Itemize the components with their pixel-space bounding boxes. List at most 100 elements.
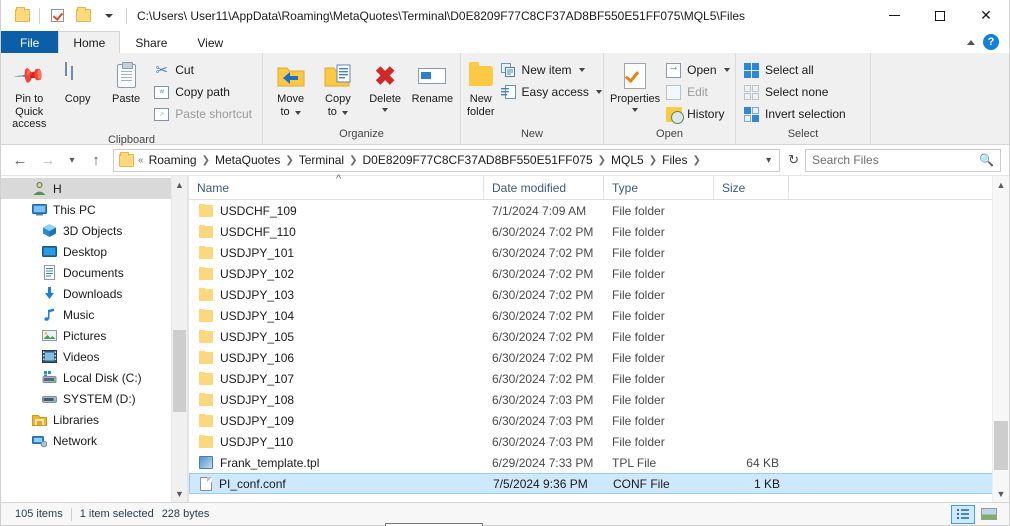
tab-share[interactable]: Share [120, 31, 182, 53]
file-list-scrollbar[interactable]: ▲ ▼ [992, 176, 1009, 502]
invert-selection-button[interactable]: Invert selection [740, 103, 852, 125]
chevron-down-icon[interactable]: ▾ [760, 155, 777, 166]
table-row[interactable]: USDJPY_104 6/30/2024 7:02 PM File folder [189, 305, 1009, 326]
help-icon[interactable]: ? [983, 34, 999, 50]
breadcrumb[interactable]: « Roaming ❯ MetaQuotes ❯ Terminal ❯ D0E8… [113, 148, 781, 172]
sidebar-item-downloads[interactable]: Downloads [1, 283, 187, 304]
sidebar-item-music[interactable]: Music [1, 304, 187, 325]
table-row[interactable]: USDJPY_109 6/30/2024 7:03 PM File folder [189, 410, 1009, 431]
breadcrumb-item-mql5[interactable]: MQL5 [607, 151, 648, 170]
thumbnails-view-button[interactable] [977, 505, 1001, 524]
sidebar-item-documents[interactable]: Documents [1, 262, 187, 283]
select-none-button[interactable]: Select none [740, 81, 852, 103]
breadcrumb-separator[interactable]: ❯ [597, 151, 607, 170]
rename-button[interactable]: Rename [409, 56, 456, 109]
sidebar-item-desktop[interactable]: Desktop [1, 241, 187, 262]
breadcrumb-item-terminal[interactable]: Terminal [295, 151, 348, 170]
navpane-scrollbar[interactable]: ▲ ▼ [171, 176, 187, 502]
copy-path-button[interactable]: w Copy path [150, 81, 258, 103]
copy-button[interactable]: Copy [53, 56, 101, 109]
scroll-up-arrow-icon[interactable]: ▲ [997, 176, 1006, 193]
sidebar-item-system-d[interactable]: SYSTEM (D:) [1, 388, 187, 409]
table-row[interactable]: USDJPY_107 6/30/2024 7:02 PM File folder [189, 368, 1009, 389]
table-row[interactable]: USDCHF_109 7/1/2024 7:09 AM File folder [189, 200, 1009, 221]
chevron-down-icon[interactable] [96, 4, 122, 28]
sidebar-item-this-pc[interactable]: This PC [1, 199, 187, 220]
back-arrow-icon[interactable]: ← [7, 148, 33, 172]
sidebar-item-videos[interactable]: Videos [1, 346, 187, 367]
breadcrumb-separator[interactable]: ❯ [691, 151, 701, 170]
table-row[interactable]: USDJPY_110 6/30/2024 7:03 PM File folder [189, 431, 1009, 452]
open-button[interactable]: Open [662, 59, 735, 81]
breadcrumb-separator[interactable]: ❯ [284, 151, 294, 170]
search-input[interactable]: Search Files 🔍 [805, 148, 1001, 172]
copy-to-button[interactable]: Copy to [314, 56, 361, 121]
refresh-icon[interactable]: ↻ [784, 152, 803, 168]
paste-button[interactable]: Paste [102, 56, 150, 109]
scroll-thumb[interactable] [173, 330, 186, 412]
scroll-thumb[interactable] [994, 420, 1008, 471]
sidebar-item-3d-objects[interactable]: 3D Objects [1, 220, 187, 241]
breadcrumb-item-files[interactable]: Files [658, 151, 691, 170]
column-header-date-modified[interactable]: Date modified [484, 176, 604, 199]
edit-button[interactable]: Edit [662, 81, 735, 103]
breadcrumb-item-metaquotes[interactable]: MetaQuotes [211, 151, 284, 170]
chevron-up-icon[interactable] [967, 39, 975, 45]
chevron-down-icon[interactable] [578, 68, 585, 72]
chevron-down-icon[interactable] [632, 107, 639, 112]
tab-home[interactable]: Home [58, 31, 121, 53]
move-to-button[interactable]: Move to [267, 56, 314, 121]
scroll-track[interactable] [172, 193, 187, 485]
sidebar-item-local-disk-c[interactable]: Local Disk (C:) [1, 367, 187, 388]
minimize-button[interactable] [871, 0, 917, 31]
column-header-type[interactable]: Type [604, 176, 714, 199]
breadcrumb-separator[interactable]: ❯ [201, 151, 211, 170]
scroll-track[interactable] [993, 193, 1009, 485]
select-all-button[interactable]: Select all [740, 59, 852, 81]
table-row[interactable]: USDJPY_105 6/30/2024 7:02 PM File folder [189, 326, 1009, 347]
folder-icon[interactable] [9, 4, 35, 28]
sidebar-item-pictures[interactable]: Pictures [1, 325, 187, 346]
breadcrumb-item-roaming[interactable]: Roaming [145, 151, 201, 170]
table-row[interactable]: USDJPY_102 6/30/2024 7:02 PM File folder [189, 263, 1009, 284]
tab-view[interactable]: View [182, 31, 238, 53]
chevron-down-icon[interactable] [723, 68, 730, 72]
details-view-button[interactable] [951, 504, 975, 524]
delete-button[interactable]: ✖ Delete [362, 56, 409, 115]
scroll-up-arrow-icon[interactable]: ▲ [175, 176, 184, 193]
column-header-name[interactable]: Name [189, 173, 484, 199]
breadcrumb-item-instance-id[interactable]: D0E8209F77C8CF37AD8BF550E51FF075 [359, 151, 597, 170]
search-icon[interactable]: 🔍 [979, 153, 994, 167]
table-row[interactable]: USDJPY_103 6/30/2024 7:02 PM File folder [189, 284, 1009, 305]
breadcrumb-separator[interactable]: ❯ [348, 151, 358, 170]
breadcrumb-separator[interactable]: ❯ [648, 151, 658, 170]
history-button[interactable]: History [662, 103, 735, 125]
sidebar-item-h[interactable]: H [1, 178, 187, 199]
pin-to-quick-access-button[interactable]: 📌 Pin to Quick access [5, 56, 53, 134]
table-row[interactable]: USDCHF_110 6/30/2024 7:02 PM File folder [189, 221, 1009, 242]
recent-locations-chevron-down-icon[interactable]: ▾ [63, 148, 81, 172]
maximize-button[interactable] [917, 0, 963, 31]
breadcrumb-overflow[interactable]: « [137, 151, 145, 170]
column-header-size[interactable]: Size [714, 176, 789, 199]
sidebar-item-network[interactable]: Network [1, 430, 187, 451]
chevron-down-icon[interactable] [382, 107, 389, 112]
new-item-button[interactable]: New item [497, 59, 608, 81]
easy-access-button[interactable]: Easy access [497, 81, 608, 103]
new-folder-icon[interactable] [70, 4, 96, 28]
tab-file[interactable]: File [1, 31, 59, 53]
table-row[interactable]: USDJPY_101 6/30/2024 7:02 PM File folder [189, 242, 1009, 263]
cut-button[interactable]: ✂ Cut [150, 59, 258, 81]
close-button[interactable]: ✕ [963, 0, 1009, 31]
table-row[interactable]: Frank_template.tpl 6/29/2024 7:33 PM TPL… [189, 452, 1009, 473]
table-row[interactable]: USDJPY_106 6/30/2024 7:02 PM File folder [189, 347, 1009, 368]
chevron-down-icon[interactable] [595, 90, 602, 94]
up-arrow-icon[interactable]: ↑ [83, 148, 109, 172]
new-folder-button[interactable]: New folder [465, 56, 497, 121]
table-row[interactable]: USDJPY_108 6/30/2024 7:03 PM File folder [189, 389, 1009, 410]
properties-button[interactable]: Properties [608, 56, 662, 115]
paste-shortcut-button[interactable]: ↗ Paste shortcut [150, 103, 258, 125]
sidebar-item-libraries[interactable]: Libraries [1, 409, 187, 430]
scroll-down-arrow-icon[interactable]: ▼ [997, 485, 1006, 502]
scroll-down-arrow-icon[interactable]: ▼ [175, 485, 184, 502]
